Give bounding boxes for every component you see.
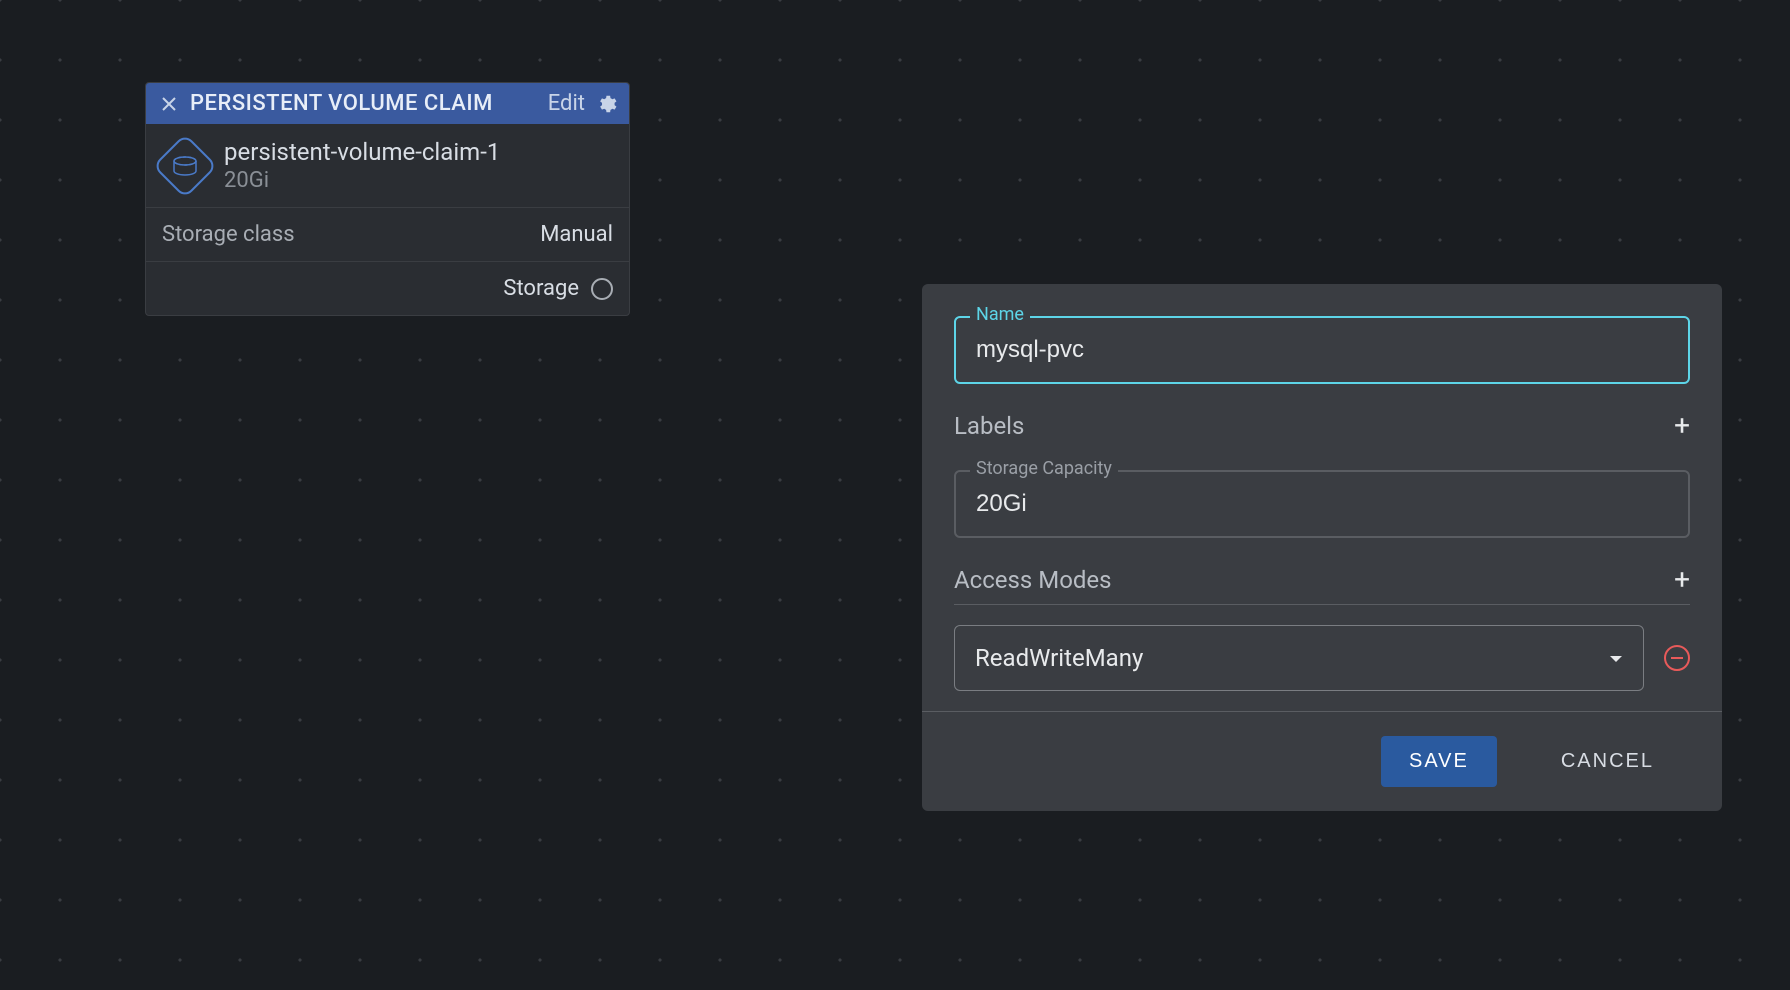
pvc-card: PERSISTENT VOLUME CLAIM Edit persistent-… <box>145 82 630 316</box>
connector-port-icon[interactable] <box>591 278 613 300</box>
pvc-size: 20Gi <box>224 168 500 193</box>
pvc-card-title: PERSISTENT VOLUME CLAIM <box>190 91 538 116</box>
labels-title: Labels <box>954 412 1024 440</box>
storage-class-label: Storage class <box>162 222 295 247</box>
storage-connector-label: Storage <box>503 276 579 301</box>
access-mode-value: ReadWriteMany <box>975 644 1143 672</box>
storage-class-value: Manual <box>540 222 613 247</box>
panel-footer: SAVE CANCEL <box>922 711 1722 811</box>
name-field-group: Name <box>954 316 1690 384</box>
pvc-card-header: PERSISTENT VOLUME CLAIM Edit <box>146 83 629 124</box>
pvc-card-summary: persistent-volume-claim-1 20Gi <box>146 124 629 208</box>
gear-icon[interactable] <box>595 93 617 115</box>
name-field-label: Name <box>970 304 1030 325</box>
pvc-name: persistent-volume-claim-1 <box>224 138 500 166</box>
capacity-input[interactable] <box>954 470 1690 538</box>
labels-section-header: Labels + <box>954 412 1690 450</box>
cancel-button[interactable]: CANCEL <box>1533 736 1682 787</box>
name-input[interactable] <box>954 316 1690 384</box>
remove-access-mode-button[interactable] <box>1664 645 1690 671</box>
save-button[interactable]: SAVE <box>1381 736 1497 787</box>
add-access-mode-button[interactable]: + <box>1674 566 1690 594</box>
close-icon[interactable] <box>158 96 180 112</box>
access-modes-title: Access Modes <box>954 566 1112 594</box>
add-label-button[interactable]: + <box>1674 412 1690 440</box>
storage-class-row: Storage class Manual <box>146 208 629 262</box>
minus-icon <box>1671 657 1683 659</box>
edit-panel: Name Labels + Storage Capacity Access Mo… <box>922 284 1722 811</box>
access-modes-section-header: Access Modes + <box>954 566 1690 605</box>
capacity-field-label: Storage Capacity <box>970 458 1118 479</box>
access-mode-row: ReadWriteMany <box>954 625 1690 691</box>
edit-link[interactable]: Edit <box>548 91 585 116</box>
storage-icon <box>152 133 217 198</box>
chevron-down-icon <box>1609 649 1623 668</box>
capacity-field-group: Storage Capacity <box>954 470 1690 538</box>
storage-connector-row: Storage <box>146 262 629 315</box>
access-mode-select[interactable]: ReadWriteMany <box>954 625 1644 691</box>
